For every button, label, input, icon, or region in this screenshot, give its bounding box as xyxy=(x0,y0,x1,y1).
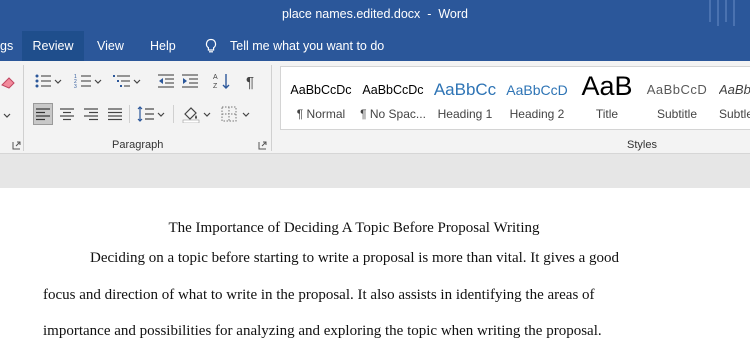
tab-help[interactable]: Help xyxy=(150,31,176,61)
style-name: Heading 2 xyxy=(509,107,565,121)
style-preview: AaBbCcDc xyxy=(290,83,352,97)
paragraph-group-label: Paragraph xyxy=(112,139,164,151)
title-bar: place names.edited.docx - Word xyxy=(0,0,750,31)
style-name: Subtle xyxy=(719,107,750,121)
tab-review[interactable]: Review xyxy=(22,31,84,61)
chevron-down-icon[interactable] xyxy=(93,72,103,90)
paragraph-line[interactable]: Deciding on a topic before starting to w… xyxy=(43,250,619,267)
document-title[interactable]: The Importance of Deciding A Topic Befor… xyxy=(0,220,708,237)
style-preview: AaBb xyxy=(719,82,750,97)
style-subtitle[interactable]: AaBbCcD Subtitle xyxy=(641,67,713,131)
decorative-pattern-icon xyxy=(709,0,735,26)
style-name: Title xyxy=(595,107,619,121)
svg-text:A: A xyxy=(213,74,218,81)
tab-designs[interactable]: gs xyxy=(0,31,16,61)
align-center-icon[interactable] xyxy=(58,105,76,123)
tab-view[interactable]: View xyxy=(97,31,124,61)
style-heading-2[interactable]: AaBbCcD Heading 2 xyxy=(501,67,573,131)
style-name: ¶ Normal xyxy=(296,107,346,121)
style-preview: AaBbCcDc xyxy=(362,83,424,97)
bullets-icon[interactable] xyxy=(34,72,52,90)
toolbar-separator xyxy=(173,105,174,123)
style-subtle-emphasis[interactable]: AaBb Subtle xyxy=(717,67,750,131)
chevron-down-icon[interactable] xyxy=(241,105,251,123)
justify-icon[interactable] xyxy=(106,105,124,123)
chevron-down-icon[interactable] xyxy=(132,72,142,90)
chevron-down-icon[interactable] xyxy=(156,105,166,123)
align-right-icon[interactable] xyxy=(82,105,100,123)
style-normal[interactable]: AaBbCcDc ¶ Normal xyxy=(285,67,357,131)
paragraph-line[interactable]: importance and possibilities for analyzi… xyxy=(43,323,602,340)
styles-gallery: AaBbCcDc ¶ Normal AaBbCcDc ¶ No Spac... … xyxy=(280,66,750,130)
paragraph-line[interactable]: focus and direction of what to write in … xyxy=(43,287,595,304)
line-spacing-icon[interactable] xyxy=(137,105,155,123)
tell-me-search[interactable]: Tell me what you want to do xyxy=(230,31,384,61)
borders-icon[interactable] xyxy=(220,105,238,123)
sort-icon[interactable]: AZ xyxy=(213,72,231,90)
show-formatting-icon[interactable]: ¶ xyxy=(243,72,261,90)
style-preview: AaBbCc xyxy=(433,80,497,99)
numbering-icon[interactable]: 123 xyxy=(74,72,92,90)
decrease-indent-icon[interactable] xyxy=(157,72,175,90)
increase-indent-icon[interactable] xyxy=(181,72,199,90)
svg-text:Z: Z xyxy=(213,83,218,90)
dialog-launcher-icon[interactable] xyxy=(258,141,267,150)
group-separator xyxy=(23,65,24,151)
style-name: ¶ No Spac... xyxy=(360,107,426,121)
align-left-icon xyxy=(36,108,50,121)
document-page[interactable]: The Importance of Deciding A Topic Befor… xyxy=(0,188,750,352)
dialog-launcher-icon[interactable] xyxy=(12,141,21,150)
styles-group-label: Styles xyxy=(627,139,657,151)
group-separator xyxy=(271,65,272,151)
lightbulb-icon[interactable] xyxy=(203,38,219,54)
style-preview: AaB xyxy=(581,71,633,101)
chevron-down-icon[interactable] xyxy=(202,105,212,123)
style-name: Heading 1 xyxy=(437,107,493,121)
chevron-down-icon[interactable] xyxy=(53,72,63,90)
window-title: place names.edited.docx - Word xyxy=(282,7,468,21)
align-left-button[interactable] xyxy=(33,103,53,125)
multilevel-list-icon[interactable] xyxy=(113,72,131,90)
svg-text:3: 3 xyxy=(74,84,77,90)
style-no-spacing[interactable]: AaBbCcDc ¶ No Spac... xyxy=(357,67,429,131)
style-title[interactable]: AaB Title xyxy=(573,67,641,131)
toolbar-separator xyxy=(129,105,130,123)
style-name: Subtitle xyxy=(656,107,698,121)
shading-icon[interactable] xyxy=(182,105,200,123)
svg-text:¶: ¶ xyxy=(246,74,254,90)
ribbon-tabs: gs Review View Help Tell me what you wan… xyxy=(0,31,750,61)
style-heading-1[interactable]: AaBbCc Heading 1 xyxy=(429,67,501,131)
style-preview: AaBbCcD xyxy=(506,82,568,98)
document-background xyxy=(0,154,750,188)
chevron-down-icon[interactable] xyxy=(2,106,12,124)
eraser-icon[interactable] xyxy=(0,73,18,91)
style-preview: AaBbCcD xyxy=(646,82,708,97)
